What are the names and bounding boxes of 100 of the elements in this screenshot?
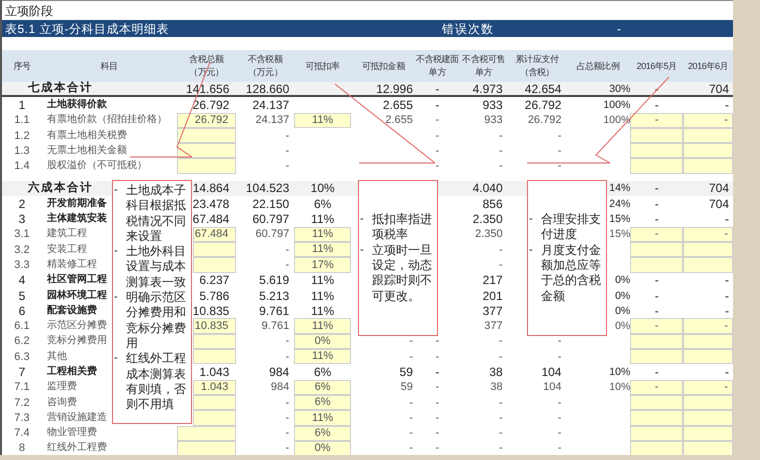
input-cell[interactable] <box>630 426 684 441</box>
input-cell[interactable] <box>683 440 733 455</box>
table-cell: - <box>558 144 562 158</box>
table-cell: 6.2 <box>14 334 30 348</box>
table-cell: - <box>435 350 440 364</box>
input-cell[interactable]: - <box>683 112 733 128</box>
bullet: - <box>528 242 534 258</box>
table-cell: 5.786 <box>199 288 230 302</box>
input-cell[interactable] <box>683 394 733 410</box>
table-cell: 12.996 <box>376 82 413 96</box>
table-cell: 933 <box>482 98 503 112</box>
table-cell: - <box>435 380 440 394</box>
table-cell: 22.150 <box>252 196 290 211</box>
input-cell[interactable]: 6% <box>294 394 352 410</box>
input-cell[interactable] <box>176 440 236 455</box>
column-header: 累计应支付 <box>516 53 559 66</box>
input-cell[interactable] <box>176 128 236 144</box>
input-cell[interactable] <box>630 394 684 410</box>
input-cell[interactable]: - <box>630 226 684 242</box>
input-cell[interactable]: 6% <box>294 426 352 441</box>
input-cell[interactable]: 11% <box>294 226 352 242</box>
table-cell: 14.864 <box>192 181 230 196</box>
input-cell[interactable]: - <box>683 226 733 242</box>
input-cell[interactable] <box>630 334 684 350</box>
table-cell: - <box>498 159 503 174</box>
input-cell[interactable]: - <box>683 318 733 334</box>
table-cell: 物业管理费 <box>46 426 97 440</box>
table-cell: 6% <box>314 364 332 379</box>
input-cell[interactable] <box>192 394 236 410</box>
table-cell: 8 <box>18 441 25 455</box>
table-cell: 主体建筑安装 <box>46 212 107 226</box>
input-cell[interactable] <box>683 143 733 158</box>
table-cell: 5.619 <box>259 273 290 288</box>
table-cell: - <box>654 273 659 288</box>
table-cell: 5 <box>18 288 26 302</box>
input-cell[interactable]: - <box>683 380 733 395</box>
input-cell[interactable] <box>683 128 733 144</box>
input-cell[interactable]: 10.835 <box>192 318 236 334</box>
table-cell: 11% <box>311 288 334 302</box>
input-cell[interactable] <box>683 426 733 441</box>
input-cell[interactable] <box>683 242 733 258</box>
table-cell: 9.761 <box>259 304 290 318</box>
input-cell[interactable] <box>192 242 236 258</box>
input-cell[interactable]: 6% <box>294 380 352 395</box>
input-cell[interactable]: 1.043 <box>192 380 236 395</box>
table-cell: 201 <box>482 288 503 302</box>
input-cell[interactable] <box>192 257 236 273</box>
input-cell[interactable]: - <box>630 380 684 395</box>
input-cell[interactable]: 11% <box>294 242 352 258</box>
column-header: （万元） <box>189 66 224 79</box>
input-cell[interactable] <box>192 334 236 350</box>
input-cell[interactable] <box>683 410 733 426</box>
input-cell[interactable]: 11% <box>294 349 352 364</box>
input-cell[interactable] <box>630 242 684 258</box>
input-cell[interactable]: 26.792 <box>176 112 236 128</box>
table-cell: - <box>435 82 440 96</box>
table-cell: 128.660 <box>246 82 290 96</box>
input-cell[interactable]: - <box>630 318 684 334</box>
input-cell[interactable] <box>176 426 236 441</box>
table-cell: 11% <box>311 273 334 288</box>
table-cell: 15% <box>609 227 630 242</box>
input-cell[interactable] <box>176 158 236 174</box>
table-cell: 10% <box>609 364 630 379</box>
input-cell[interactable] <box>630 349 684 364</box>
input-cell[interactable] <box>192 410 236 426</box>
input-cell[interactable] <box>630 143 684 158</box>
table-cell: - <box>409 334 413 348</box>
input-cell[interactable] <box>630 158 684 174</box>
input-cell[interactable]: 11% <box>294 410 352 426</box>
table-cell: - <box>725 98 729 112</box>
table-cell: - <box>654 364 659 379</box>
input-cell[interactable]: 11% <box>294 318 352 334</box>
table-cell: 5.213 <box>259 288 290 302</box>
table-cell: - <box>286 426 290 440</box>
input-cell[interactable]: - <box>630 112 684 128</box>
input-cell[interactable]: 11% <box>294 112 352 128</box>
input-cell[interactable] <box>630 440 684 455</box>
input-cell[interactable]: 17% <box>294 257 352 273</box>
input-cell[interactable]: 67.484 <box>192 226 236 242</box>
input-cell[interactable] <box>176 143 236 158</box>
table-cell: 0% <box>615 304 630 318</box>
input-cell[interactable]: 0% <box>294 440 352 455</box>
input-cell[interactable] <box>683 257 733 273</box>
table-cell: - <box>654 304 659 318</box>
table-cell: - <box>558 334 562 348</box>
table-cell: 24.137 <box>252 98 290 112</box>
input-cell[interactable] <box>630 128 684 144</box>
table-cell: 10% <box>609 380 630 394</box>
input-cell[interactable] <box>630 257 684 273</box>
input-cell[interactable]: 0% <box>294 334 352 350</box>
table-cell: 0% <box>615 288 630 302</box>
table-cell: - <box>286 334 290 348</box>
error-count-label: 错误次数 <box>442 20 495 38</box>
input-cell[interactable] <box>683 334 733 350</box>
input-cell[interactable] <box>630 410 684 426</box>
input-cell[interactable] <box>683 158 733 174</box>
input-cell[interactable] <box>192 349 236 364</box>
table-cell: 社区管网工程 <box>46 273 107 288</box>
input-cell[interactable] <box>683 349 733 364</box>
table-cell: - <box>558 426 562 440</box>
